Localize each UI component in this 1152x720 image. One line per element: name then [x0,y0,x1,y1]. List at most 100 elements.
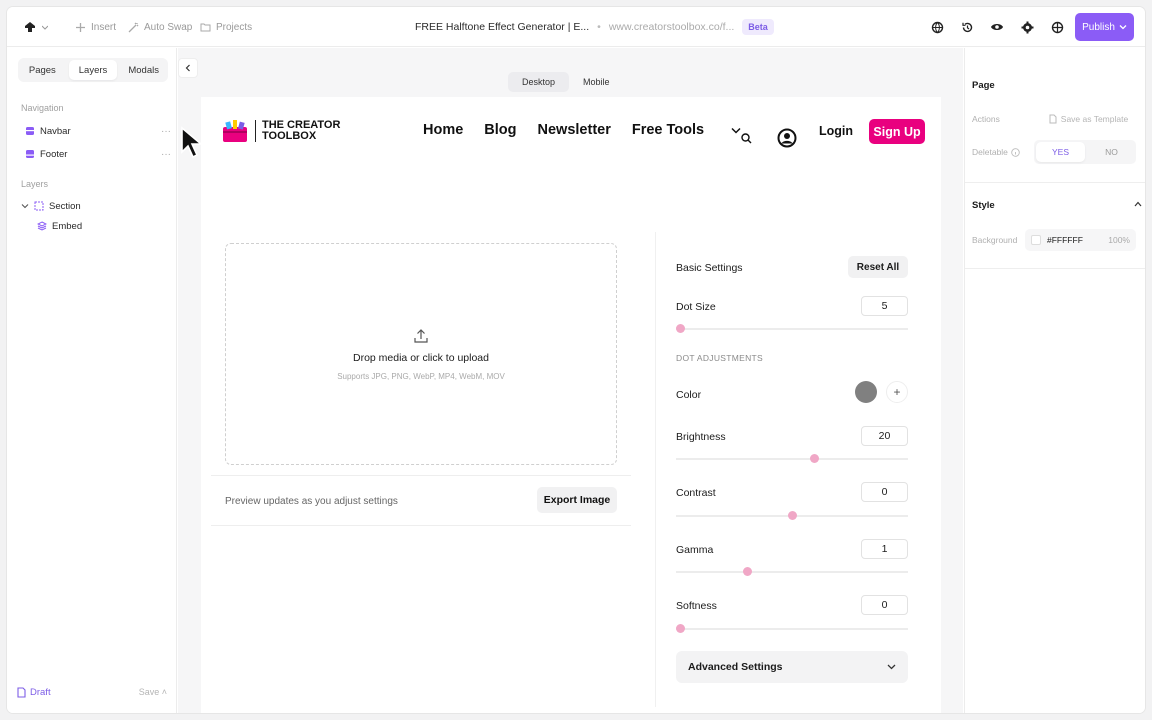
preview-hint: Preview updates as you adjust settings [225,496,398,507]
reset-all-button[interactable]: Reset All [848,256,908,278]
dot-size-input[interactable]: 5 [861,296,908,316]
softness-label: Softness [676,600,717,612]
device-tabs: Desktop Mobile [508,72,624,92]
grid-globe-icon [1051,21,1063,33]
background-color-field[interactable]: #FFFFFF 100% [1025,229,1136,251]
divider [211,525,631,526]
publish-label: Publish [1082,21,1115,33]
auto-swap-button[interactable]: Auto Swap [128,7,192,47]
upload-subtitle: Supports JPG, PNG, WebP, MP4, WebM, MOV [337,372,505,381]
upload-title: Drop media or click to upload [353,352,489,364]
beta-badge: Beta [742,19,774,35]
contrast-label: Contrast [676,487,716,499]
tab-desktop[interactable]: Desktop [508,72,570,92]
draft-label: Draft [30,686,51,698]
top-bar: Insert Auto Swap Projects FREE Halftone … [7,7,1145,47]
softness-input[interactable]: 0 [861,595,908,615]
slider-thumb[interactable] [676,324,685,333]
chevron-up-icon[interactable] [1134,201,1142,207]
draft-bar: Draft Save ˄ [17,681,167,703]
deletable-yes[interactable]: YES [1036,142,1085,162]
save-template-label: Save as Template [1060,114,1129,124]
chevron-down-icon [887,664,896,670]
layers-heading: Layers [21,179,49,189]
contrast-slider[interactable] [676,511,908,520]
brightness-input[interactable]: 20 [861,426,908,446]
projects-button[interactable]: Projects [200,7,252,47]
editor-window: Insert Auto Swap Projects FREE Halftone … [7,7,1145,713]
logo-line-2: TOOLBOX [262,130,317,142]
gamma-input[interactable]: 1 [861,539,908,559]
insert-button[interactable]: Insert [75,7,116,47]
app-menu-button[interactable] [23,7,53,47]
info-icon[interactable] [1011,147,1020,157]
softness-slider[interactable] [676,624,908,633]
toolbox-logo-icon [223,120,247,142]
signup-button[interactable]: Sign Up [869,119,925,144]
plus-icon [76,22,85,32]
collapse-panel-button[interactable] [178,58,198,78]
slider-thumb[interactable] [809,454,819,463]
search-icon[interactable] [741,133,752,144]
dot-size-label: Dot Size [676,301,716,313]
advanced-settings-toggle[interactable]: Advanced Settings [676,651,908,683]
user-account-icon[interactable] [777,128,797,148]
color-swatch[interactable] [855,381,877,403]
global-settings-button[interactable] [927,17,947,37]
slider-thumb[interactable] [676,624,685,633]
save-button[interactable]: Save ˄ [139,687,167,697]
component-icon [26,150,34,158]
preview-button[interactable] [987,17,1007,37]
history-button[interactable] [957,17,977,37]
tab-pages[interactable]: Pages [18,58,67,82]
contrast-input[interactable]: 0 [861,482,908,502]
slider-thumb[interactable] [742,567,752,576]
nav-link-newsletter[interactable]: Newsletter [538,122,611,138]
logo-text: THE CREATOR TOOLBOX [255,120,340,142]
plus-icon: + [893,385,901,399]
gamma-slider[interactable] [676,567,908,576]
login-link[interactable]: Login [819,124,853,138]
chevron-down-icon [42,25,48,30]
tab-mobile[interactable]: Mobile [569,72,624,92]
background-swatch[interactable] [1031,235,1041,245]
more-icon[interactable]: ··· [161,149,171,160]
deletable-no[interactable]: NO [1087,140,1136,164]
brightness-slider[interactable] [676,454,908,463]
dot-size-slider[interactable] [676,324,908,333]
draft-status[interactable]: Draft [17,687,51,698]
document-icon [17,686,26,698]
slider-thumb[interactable] [787,511,797,520]
nav-item-footer[interactable]: Footer ··· [25,144,171,164]
save-as-template-button[interactable]: Save as Template [1041,109,1136,129]
layer-embed[interactable]: Embed [37,216,167,236]
document-title[interactable]: FREE Halftone Effect Generator | E... • … [415,7,774,47]
chevron-down-icon [21,204,29,209]
nav-link-blog[interactable]: Blog [484,122,516,138]
stack-icon [37,221,47,231]
tab-layers[interactable]: Layers [68,60,118,80]
divider [965,182,1145,183]
deletable-label: Deletable [972,147,1008,157]
add-color-button[interactable]: + [886,381,908,403]
nav-link-home[interactable]: Home [423,122,463,138]
nav-link-free-tools[interactable]: Free Tools [632,122,741,138]
component-icon [26,127,34,135]
integrations-button[interactable] [1047,17,1067,37]
layer-section[interactable]: Section [21,196,167,216]
eye-icon [991,24,1003,30]
tab-modals[interactable]: Modals [119,58,168,82]
actions-label: Actions [972,114,1000,124]
settings-button[interactable] [1017,17,1037,37]
upload-dropzone[interactable]: Drop media or click to upload Supports J… [225,243,617,465]
more-icon[interactable]: ··· [161,126,171,137]
publish-button[interactable]: Publish [1075,13,1134,41]
navigation-heading: Navigation [21,103,64,113]
nav-item-navbar[interactable]: Navbar ··· [25,121,171,141]
free-tools-label: Free Tools [631,122,705,138]
export-image-button[interactable]: Export Image [537,487,617,513]
site-logo[interactable]: THE CREATOR TOOLBOX [221,119,340,143]
globe-icon [931,21,943,33]
page-url: www.creatorstoolbox.co/f... [608,21,735,33]
divider [965,268,1145,269]
